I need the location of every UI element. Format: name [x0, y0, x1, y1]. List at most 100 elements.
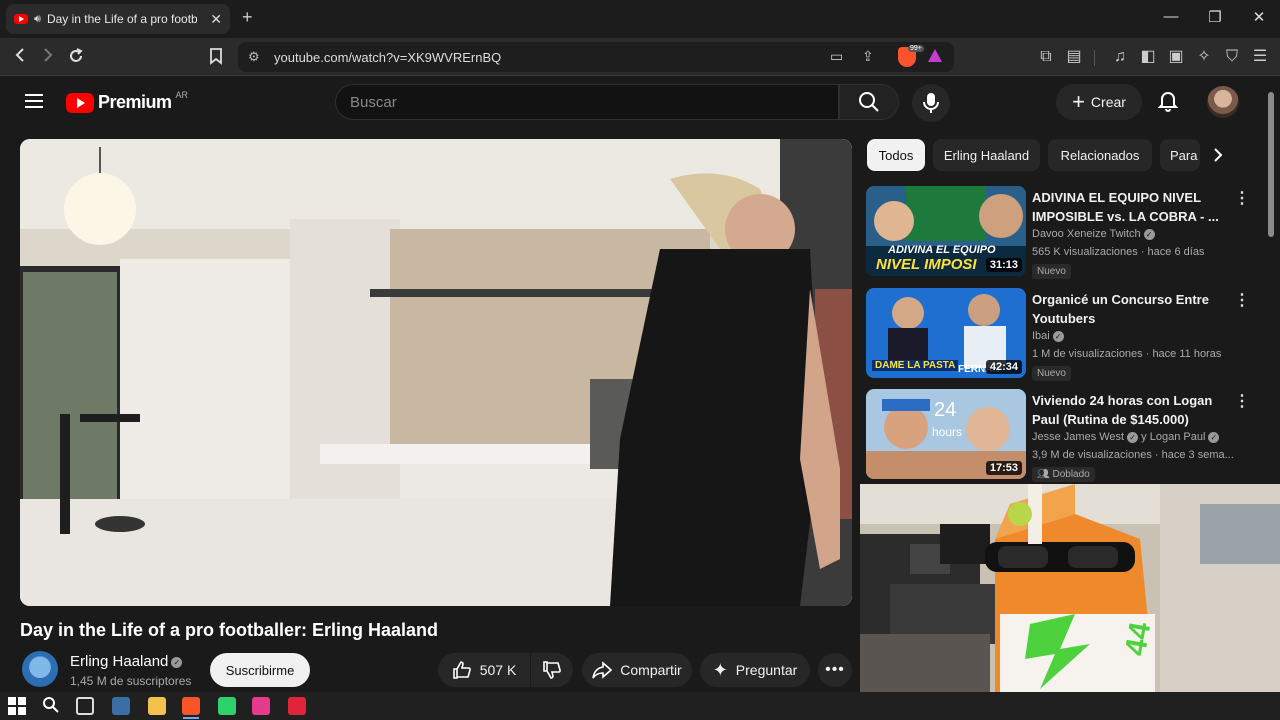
more-vertical-icon[interactable]: ⋮: [1234, 290, 1250, 310]
site-settings-icon[interactable]: ⚙︎: [248, 49, 260, 65]
webcam-overlay: 44: [860, 484, 1280, 692]
thumbnail-text: NIVEL IMPOSI: [876, 256, 977, 273]
chips-next-icon[interactable]: [1212, 147, 1224, 168]
tab-title: Day in the Life of a pro footb: [46, 12, 197, 26]
subscribe-button[interactable]: Suscribirme: [210, 653, 310, 687]
chip-for-you[interactable]: Para: [1160, 139, 1200, 171]
scrollbar-thumb[interactable]: [1268, 92, 1274, 237]
channel-name[interactable]: Ibai ✓: [1032, 330, 1064, 342]
audio-icon[interactable]: 🔊︎: [34, 13, 41, 26]
vpn-icon[interactable]: ⛉: [1222, 47, 1242, 67]
video-thumbnail[interactable]: ADIVINA EL EQUIPO NIVEL IMPOSI 31:13: [866, 186, 1026, 276]
channel-name[interactable]: Erling Haaland ✓: [70, 653, 183, 670]
guide-menu-icon[interactable]: [24, 92, 44, 115]
share-button[interactable]: Compartir: [582, 653, 692, 687]
dubbed-badge: 👥︎ Doblado: [1032, 467, 1095, 482]
brave-rewards-icon[interactable]: [928, 49, 942, 62]
share-icon[interactable]: ⇪: [862, 48, 874, 65]
extensions-icon[interactable]: ⧉: [1036, 47, 1056, 67]
file-explorer-icon[interactable]: [148, 697, 166, 715]
account-avatar[interactable]: [1207, 86, 1239, 118]
video-player[interactable]: [20, 139, 852, 606]
close-window-icon[interactable]: ✕: [1244, 8, 1274, 26]
verified-check-icon: ✓: [1052, 330, 1064, 342]
ask-label: Preguntar: [735, 662, 798, 678]
video-thumbnail[interactable]: 24 hours 17:53: [866, 389, 1026, 479]
channel-name-text-2: y Logan Paul: [1141, 431, 1206, 443]
like-button[interactable]: 507 K: [438, 653, 530, 687]
wallet-icon[interactable]: ▣: [1166, 47, 1186, 67]
channel-name-text: Ibai: [1032, 330, 1050, 342]
forward-icon[interactable]: [38, 47, 58, 69]
video-meta: 1 M de visualizaciones · hace 11 horas: [1032, 348, 1222, 360]
title-line-2: IMPOSIBLE vs. LA COBRA - ...: [1032, 209, 1219, 224]
windows-start-icon[interactable]: [8, 697, 26, 715]
search-button[interactable]: [839, 84, 899, 120]
video-frame: [20, 139, 852, 606]
verified-check-icon: ✓: [1127, 431, 1139, 443]
verified-check-icon: ✓: [171, 656, 183, 668]
recommended-video-3[interactable]: 24 hours 17:53 Viviendo 24 horas con Log…: [866, 389, 1266, 482]
browser-tab[interactable]: 🔊︎ Day in the Life of a pro footb ✕: [6, 4, 230, 34]
subscriber-count: 1,45 M de suscriptores: [70, 674, 192, 688]
sparkle-icon: ✦: [712, 659, 728, 680]
create-button[interactable]: + Crear: [1056, 84, 1142, 120]
channel-avatar[interactable]: [22, 651, 58, 687]
taskbar-search-icon[interactable]: [42, 696, 60, 719]
active-app-indicator: [183, 717, 199, 719]
verified-check-icon: ✓: [1143, 228, 1155, 240]
minimize-icon[interactable]: —: [1156, 8, 1186, 25]
bookmark-icon[interactable]: [206, 47, 226, 71]
chip-all[interactable]: Todos: [867, 139, 925, 171]
search-input[interactable]: Buscar: [335, 84, 839, 120]
new-tab-button[interactable]: +: [242, 7, 253, 28]
address-bar[interactable]: ⚙︎ youtube.com/watch?v=XK9WVRErnBQ ▭ ⇪ 9…: [238, 42, 954, 72]
leo-ai-icon[interactable]: ✧: [1194, 47, 1214, 67]
youtube-premium-logo[interactable]: Premium AR: [66, 90, 188, 113]
video-title: Organicé un Concurso Entre Youtubers: [1032, 290, 1232, 328]
channel-names[interactable]: Jesse James West ✓ y Logan Paul ✓: [1032, 431, 1220, 443]
chip-erling-haaland[interactable]: Erling Haaland: [933, 139, 1040, 171]
channel-name-text: Jesse James West: [1032, 431, 1125, 443]
share-arrow-icon: [592, 661, 613, 679]
channel-name-text: Erling Haaland: [70, 653, 169, 670]
recommended-video-1[interactable]: ADIVINA EL EQUIPO NIVEL IMPOSI 31:13 ADI…: [866, 186, 1266, 279]
menu-icon[interactable]: ☰: [1250, 47, 1270, 67]
red-app-icon[interactable]: [288, 697, 306, 715]
keyboard-app-icon[interactable]: [112, 697, 130, 715]
video-title: Viviendo 24 horas con Logan Paul (Rutina…: [1032, 391, 1232, 429]
task-view-icon[interactable]: [76, 697, 94, 715]
channel-name[interactable]: Davoo Xeneize Twitch ✓: [1032, 228, 1155, 240]
share-label: Compartir: [620, 662, 682, 678]
recommended-video-2[interactable]: DAME LA PASTA FERNAN 42:34 Organicé un C…: [866, 288, 1266, 381]
close-tab-icon[interactable]: ✕: [210, 11, 222, 28]
ask-button[interactable]: ✦ Preguntar: [700, 653, 810, 687]
thumbs-down-icon: [543, 661, 561, 679]
video-title: ADIVINA EL EQUIPO NIVEL IMPOSIBLE vs. LA…: [1032, 188, 1232, 226]
toolbar-divider: [1094, 50, 1095, 66]
reader-icon[interactable]: ▤: [1064, 47, 1084, 67]
back-icon[interactable]: [10, 47, 30, 69]
dislike-button[interactable]: [531, 653, 573, 687]
verified-check-icon: ✓: [1208, 431, 1220, 443]
cast-icon[interactable]: ▭: [830, 48, 843, 65]
shield-count-badge: 99+: [908, 45, 924, 52]
voice-search-button[interactable]: [912, 84, 950, 122]
browser-toolbar: ⚙︎ youtube.com/watch?v=XK9WVRErnBQ ▭ ⇪ 9…: [0, 38, 1280, 76]
webcam-scene: [860, 484, 1280, 692]
brave-browser-icon[interactable]: [182, 697, 200, 715]
maximize-icon[interactable]: ❐: [1200, 8, 1230, 26]
youtube-play-icon: [66, 92, 94, 113]
title-line-1: Organicé un Concurso Entre: [1032, 292, 1209, 307]
triangle-app-icon[interactable]: [252, 697, 270, 715]
more-vertical-icon[interactable]: ⋮: [1234, 188, 1250, 208]
more-vertical-icon[interactable]: ⋮: [1234, 391, 1250, 411]
music-icon[interactable]: ♫: [1110, 47, 1130, 67]
video-thumbnail[interactable]: DAME LA PASTA FERNAN 42:34: [866, 288, 1026, 378]
green-app-icon[interactable]: [218, 697, 236, 715]
sidebar-icon[interactable]: ◧: [1138, 47, 1158, 67]
notifications-bell-icon[interactable]: [1157, 90, 1179, 117]
reload-icon[interactable]: [66, 47, 86, 71]
chip-related[interactable]: Relacionados: [1048, 139, 1152, 171]
more-actions-button[interactable]: •••: [818, 653, 852, 687]
